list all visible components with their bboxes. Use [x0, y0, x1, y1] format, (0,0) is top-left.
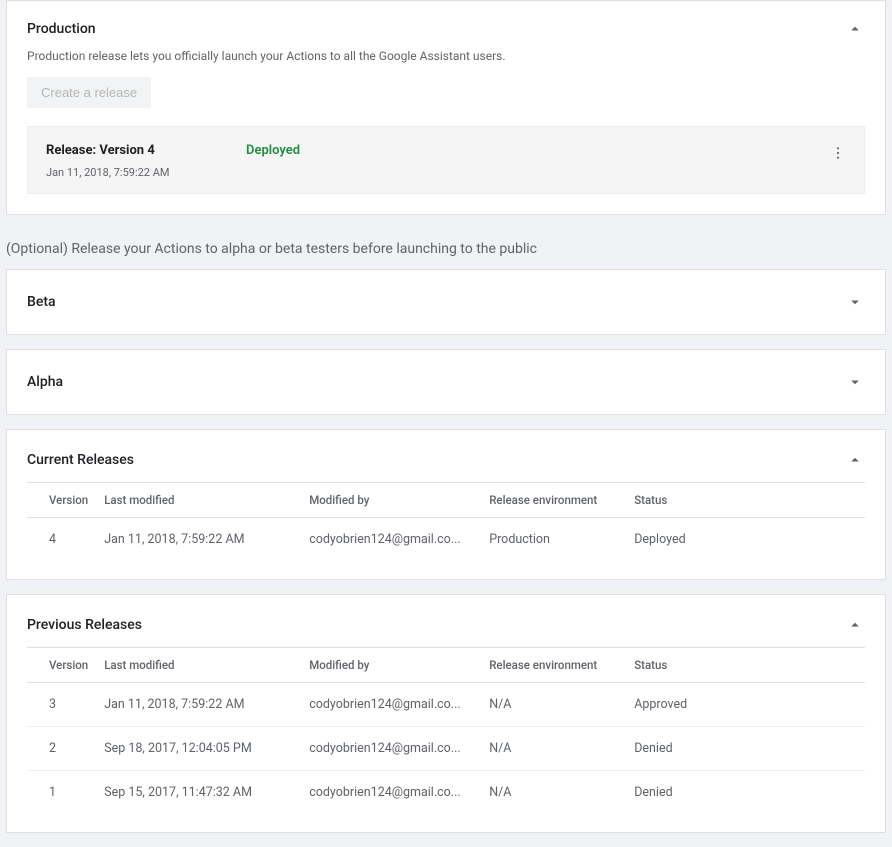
cell-environment: N/A: [481, 727, 626, 771]
alpha-title: Alpha: [27, 374, 63, 390]
release-timestamp: Jan 11, 2018, 7:59:22 AM: [46, 166, 246, 179]
cell-version: 3: [27, 683, 96, 727]
cell-version: 4: [27, 518, 96, 562]
cell-modified-by: codyobrien124@gmail.co...: [301, 771, 481, 815]
cell-last-modified: Jan 11, 2018, 7:59:22 AM: [96, 518, 301, 562]
create-release-button: Create a release: [27, 77, 151, 108]
col-env-header: Release environment: [481, 648, 626, 683]
release-status: Deployed: [246, 143, 300, 158]
cell-environment: N/A: [481, 771, 626, 815]
release-summary: Release: Version 4 Jan 11, 2018, 7:59:22…: [27, 126, 865, 194]
cell-status: Denied: [626, 771, 865, 815]
production-title: Production: [27, 21, 96, 37]
production-card: Production Production release lets you o…: [6, 0, 886, 215]
current-releases-table: Version Last modified Modified by Releas…: [27, 482, 865, 561]
cell-version: 1: [27, 771, 96, 815]
current-releases-title: Current Releases: [27, 452, 134, 468]
cell-status: Denied: [626, 727, 865, 771]
col-lastmod-header: Last modified: [96, 483, 301, 518]
col-version-header: Version: [27, 648, 96, 683]
cell-last-modified: Sep 15, 2017, 11:47:32 AM: [96, 771, 301, 815]
optional-hint: (Optional) Release your Actions to alpha…: [6, 229, 886, 269]
col-version-header: Version: [27, 483, 96, 518]
chevron-down-icon[interactable]: [845, 372, 865, 392]
cell-modified-by: codyobrien124@gmail.co...: [301, 727, 481, 771]
production-subtitle: Production release lets you officially l…: [7, 39, 885, 63]
cell-status: Deployed: [626, 518, 865, 562]
table-row: 3Jan 11, 2018, 7:59:22 AMcodyobrien124@g…: [27, 683, 865, 727]
chevron-up-icon[interactable]: [845, 450, 865, 470]
chevron-up-icon[interactable]: [845, 19, 865, 39]
col-modby-header: Modified by: [301, 483, 481, 518]
cell-modified-by: codyobrien124@gmail.co...: [301, 683, 481, 727]
previous-releases-title: Previous Releases: [27, 617, 142, 633]
col-status-header: Status: [626, 648, 865, 683]
previous-releases-table: Version Last modified Modified by Releas…: [27, 647, 865, 814]
current-releases-card: Current Releases Version Last modified M…: [6, 429, 886, 580]
cell-last-modified: Sep 18, 2017, 12:04:05 PM: [96, 727, 301, 771]
release-title: Release: Version 4: [46, 143, 246, 158]
alpha-card[interactable]: Alpha: [6, 349, 886, 415]
chevron-down-icon[interactable]: [845, 292, 865, 312]
cell-status: Approved: [626, 683, 865, 727]
table-row: 2Sep 18, 2017, 12:04:05 PMcodyobrien124@…: [27, 727, 865, 771]
table-row: 4Jan 11, 2018, 7:59:22 AMcodyobrien124@g…: [27, 518, 865, 562]
cell-version: 2: [27, 727, 96, 771]
col-modby-header: Modified by: [301, 648, 481, 683]
col-status-header: Status: [626, 483, 865, 518]
previous-releases-card: Previous Releases Version Last modified …: [6, 594, 886, 833]
beta-title: Beta: [27, 294, 56, 310]
chevron-up-icon[interactable]: [845, 615, 865, 635]
col-env-header: Release environment: [481, 483, 626, 518]
beta-card[interactable]: Beta: [6, 269, 886, 335]
cell-environment: N/A: [481, 683, 626, 727]
cell-environment: Production: [481, 518, 626, 562]
more-options-icon[interactable]: [826, 141, 850, 165]
col-lastmod-header: Last modified: [96, 648, 301, 683]
table-row: 1Sep 15, 2017, 11:47:32 AMcodyobrien124@…: [27, 771, 865, 815]
cell-last-modified: Jan 11, 2018, 7:59:22 AM: [96, 683, 301, 727]
cell-modified-by: codyobrien124@gmail.co...: [301, 518, 481, 562]
